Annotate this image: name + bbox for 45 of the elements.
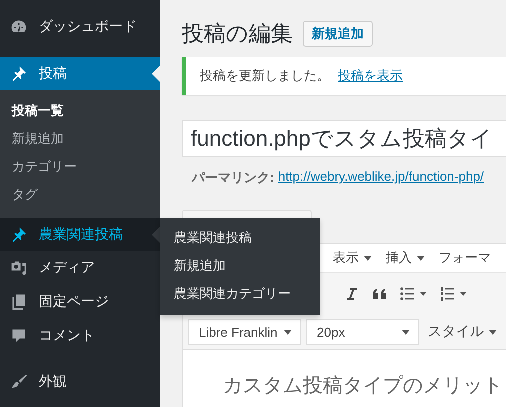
permalink-link[interactable]: http://webry.weblike.jp/function-php/ — [278, 169, 484, 187]
blockquote-icon[interactable] — [372, 286, 388, 302]
caret-icon — [417, 256, 425, 260]
menu-item[interactable]: 投稿 — [0, 57, 160, 90]
pushpin-icon — [10, 226, 28, 244]
menu-item[interactable]: 外観 — [0, 365, 160, 399]
content-text: カスタム投稿タイプのメリット — [223, 375, 503, 397]
comment-icon — [10, 327, 28, 345]
menu-item[interactable]: 農業関連投稿 — [0, 218, 160, 251]
submenu-item[interactable]: 投稿一覧 — [0, 97, 160, 125]
current-arrow-icon — [152, 66, 160, 82]
view-post-link[interactable]: 投稿を表示 — [338, 67, 403, 85]
flyout-item[interactable]: 農業関連カテゴリー — [160, 280, 320, 308]
flyout-item[interactable]: 農業関連投稿 — [160, 224, 320, 252]
caret-icon — [364, 256, 372, 260]
menu-button[interactable]: 表示 — [333, 249, 372, 267]
menu-item[interactable]: 固定ページ — [0, 285, 160, 319]
brush-icon — [10, 373, 28, 391]
pages-icon — [10, 293, 28, 311]
style-menu-button[interactable]: スタイル — [428, 323, 497, 341]
font-select[interactable]: Libre Franklin — [188, 319, 301, 345]
submenu-item[interactable]: 新規追加 — [0, 125, 160, 153]
menu-item[interactable]: コメント — [0, 319, 160, 353]
submenu-item[interactable]: タグ — [0, 181, 160, 209]
menu-button[interactable]: フォーマ — [439, 249, 491, 267]
numbered-list-icon[interactable] — [440, 286, 468, 302]
add-new-button[interactable]: 新規追加 — [303, 21, 373, 47]
submenu-item[interactable]: カテゴリー — [0, 153, 160, 181]
permalink-label: パーマリンク: — [192, 169, 274, 187]
bullet-list-icon[interactable] — [400, 286, 428, 302]
font-size-select[interactable]: 20px — [306, 319, 419, 345]
page-title: 投稿の編集 — [182, 20, 293, 48]
caret-icon — [284, 330, 292, 334]
editor-content[interactable]: カスタム投稿タイプのメリット — [183, 350, 506, 407]
notice-message: 投稿を更新しました。 — [200, 67, 330, 85]
menu-item[interactable]: ダッシュボード — [0, 10, 160, 44]
flyout-item[interactable]: 新規追加 — [160, 252, 320, 280]
media-icon — [10, 259, 28, 277]
menu-button[interactable]: 挿入 — [386, 249, 425, 267]
caret-icon — [489, 330, 497, 334]
title-field[interactable]: function.phpでスタム投稿タイ — [182, 120, 506, 157]
pushpin-icon — [10, 64, 28, 82]
menu-item[interactable]: メディア — [0, 251, 160, 285]
italic-icon[interactable] — [344, 286, 360, 302]
caret-icon — [402, 330, 410, 334]
